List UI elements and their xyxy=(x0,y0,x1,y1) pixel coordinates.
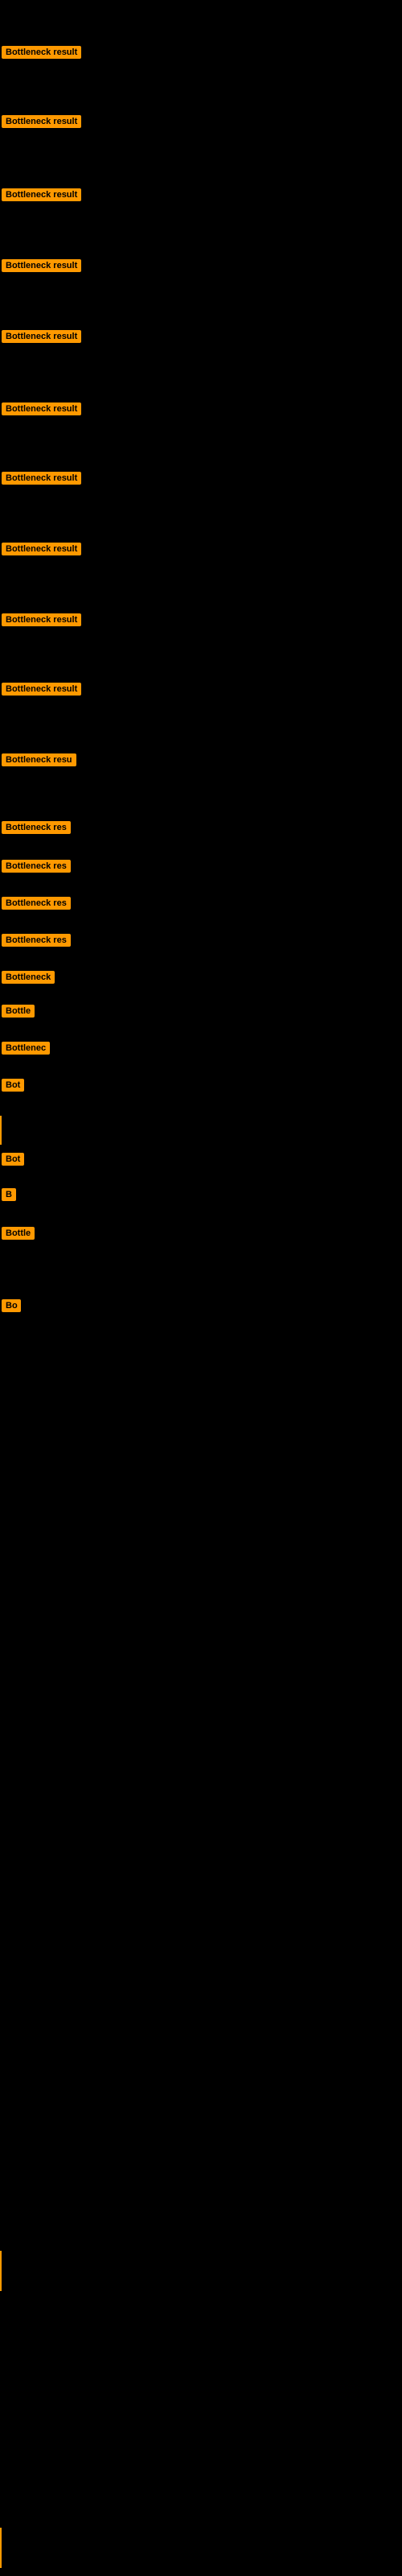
badge-9: Bottleneck result xyxy=(2,613,81,626)
badge-2: Bottleneck result xyxy=(2,115,81,128)
line-3 xyxy=(0,2528,2,2568)
badge-16: Bottleneck xyxy=(2,971,55,984)
badge-12: Bottleneck res xyxy=(2,821,71,834)
badge-17: Bottle xyxy=(2,1005,35,1018)
badge-5: Bottleneck result xyxy=(2,330,81,343)
badge-7: Bottleneck result xyxy=(2,472,81,485)
badge-15: Bottleneck res xyxy=(2,934,71,947)
line-2 xyxy=(0,2251,2,2291)
badge-20: Bot xyxy=(2,1153,24,1166)
badge-22: Bottle xyxy=(2,1227,35,1240)
line-1 xyxy=(0,1116,2,1145)
badge-4: Bottleneck result xyxy=(2,259,81,272)
badge-3: Bottleneck result xyxy=(2,188,81,201)
badge-13: Bottleneck res xyxy=(2,860,71,873)
badge-10: Bottleneck result xyxy=(2,683,81,696)
badge-18: Bottlenec xyxy=(2,1042,50,1055)
badge-6: Bottleneck result xyxy=(2,402,81,415)
badge-1: Bottleneck result xyxy=(2,46,81,59)
badge-14: Bottleneck res xyxy=(2,897,71,910)
badge-21: B xyxy=(2,1188,16,1201)
badge-23: Bo xyxy=(2,1299,21,1312)
badge-11: Bottleneck resu xyxy=(2,753,76,766)
badge-8: Bottleneck result xyxy=(2,543,81,555)
badge-19: Bot xyxy=(2,1079,24,1092)
